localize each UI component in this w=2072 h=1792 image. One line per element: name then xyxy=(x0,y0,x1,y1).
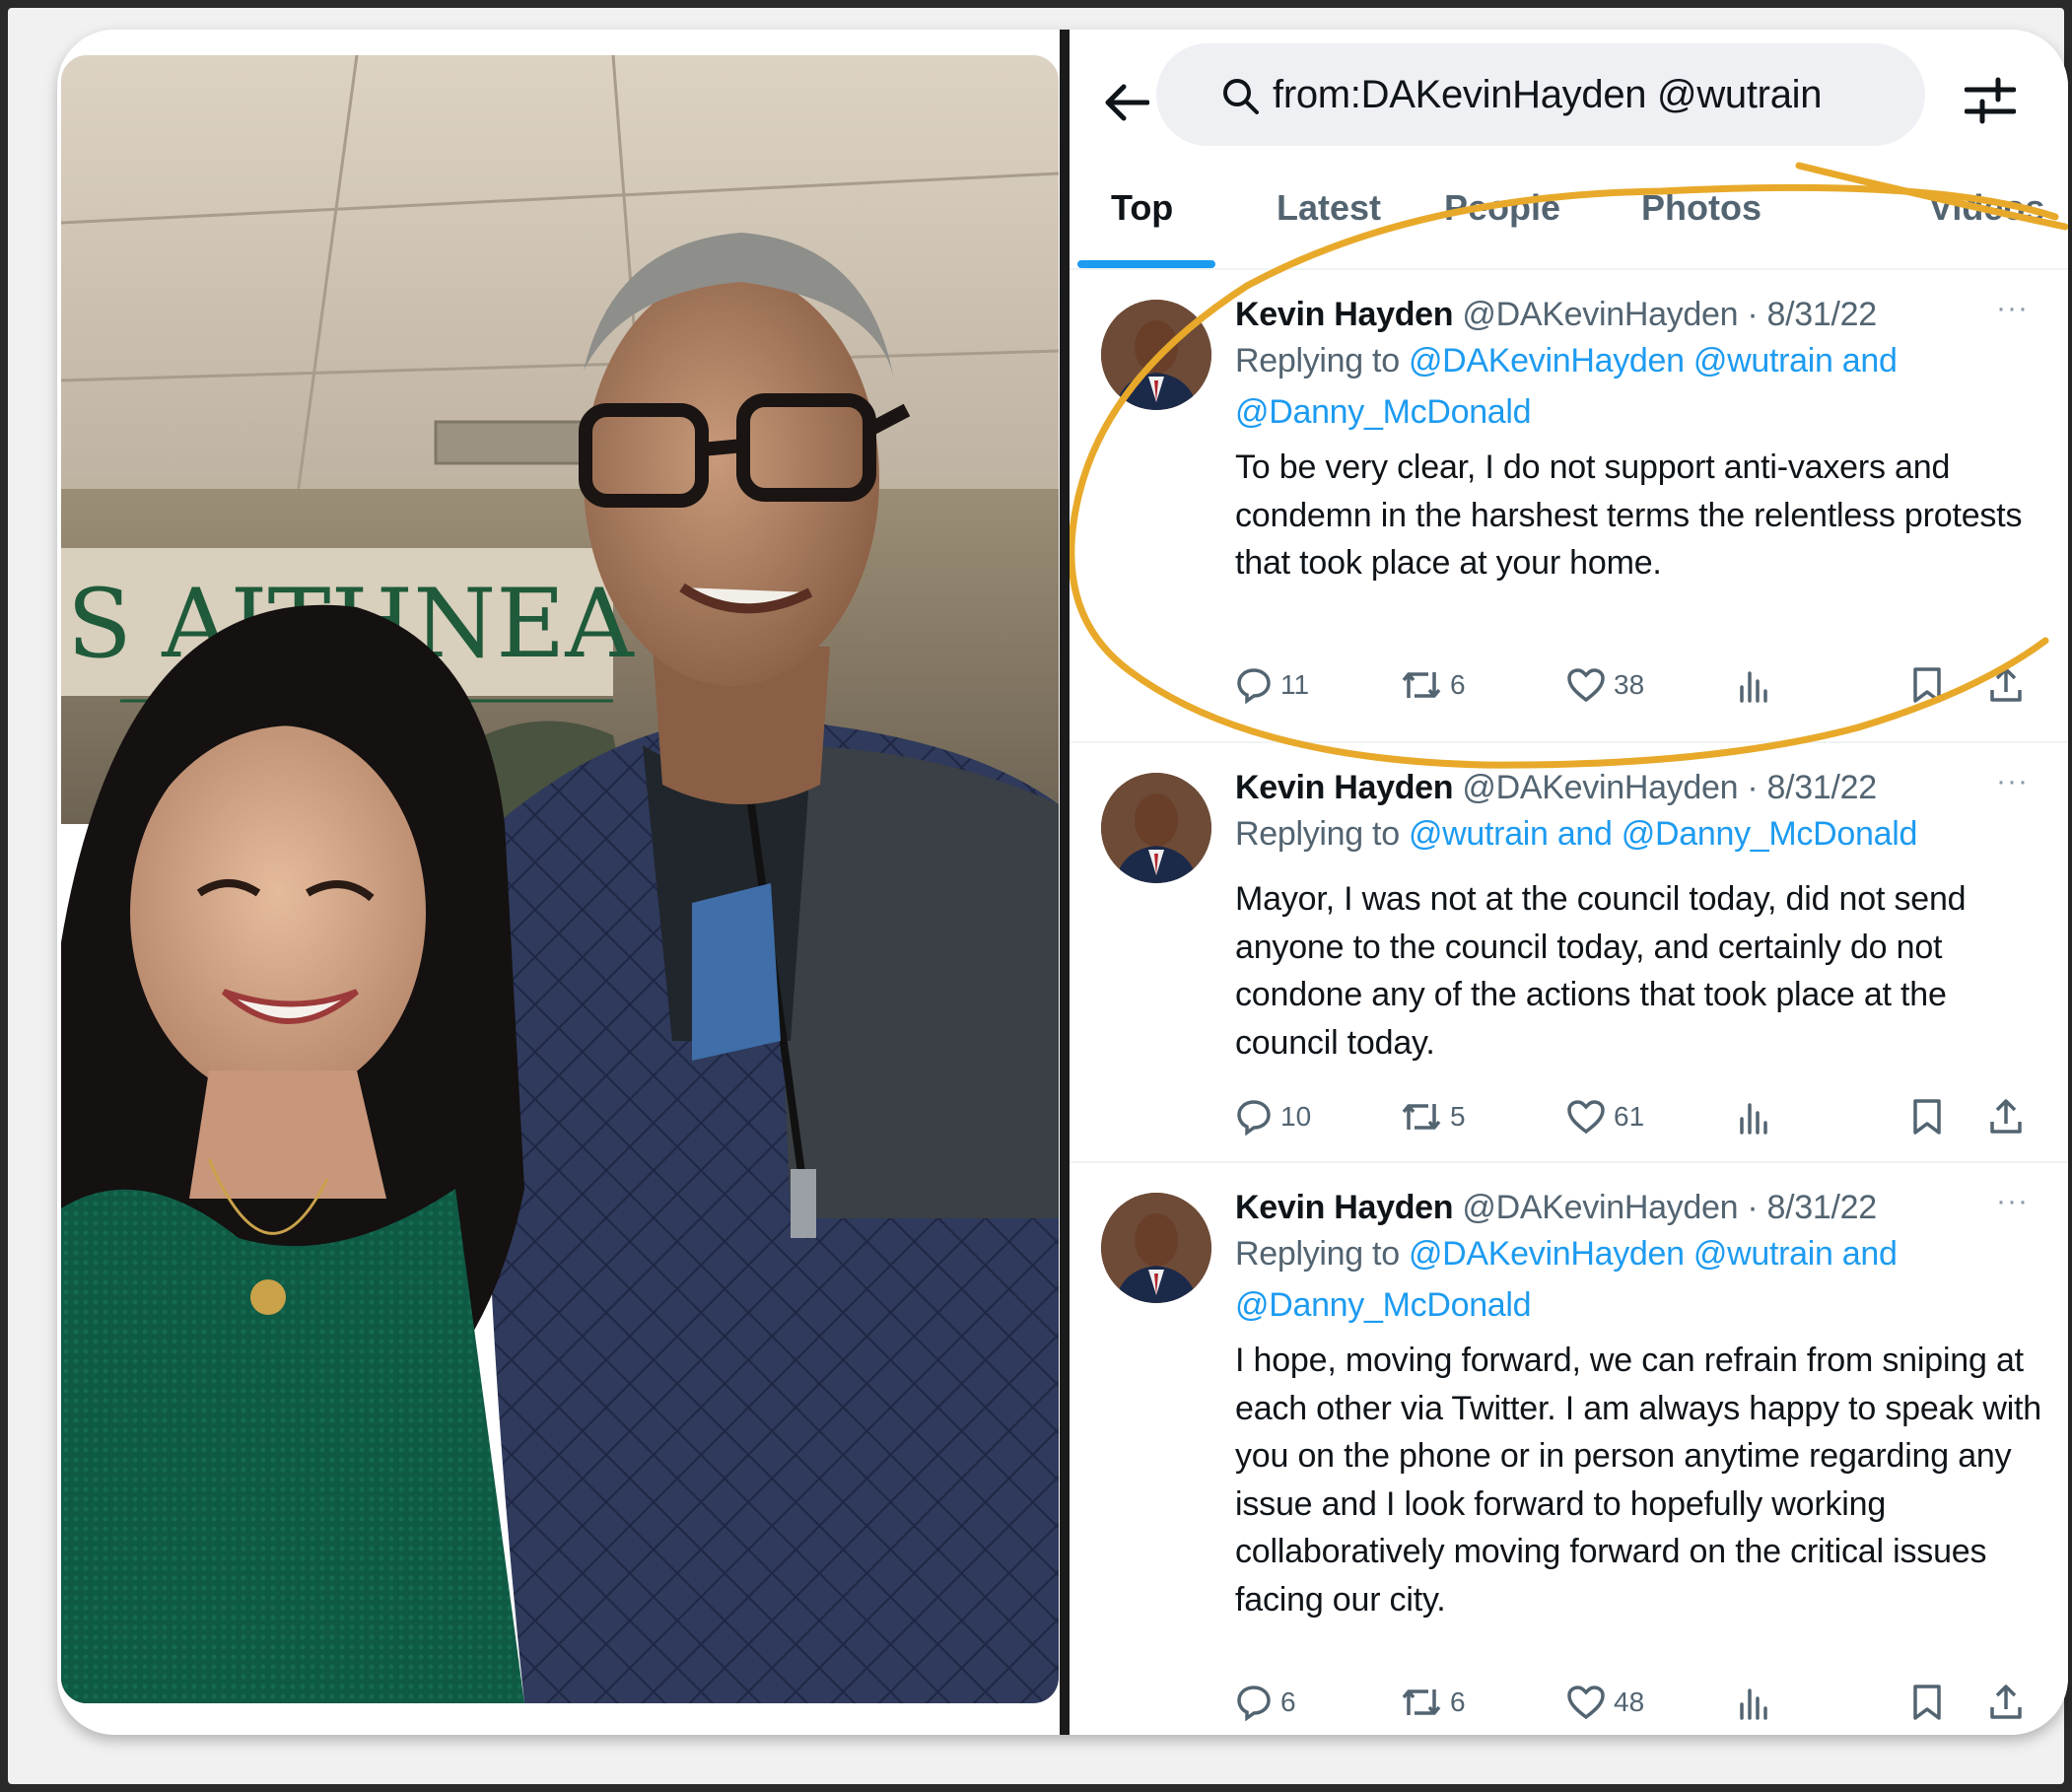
reply-icon xyxy=(1237,668,1271,704)
more-icon[interactable]: ··· xyxy=(1996,1185,2029,1218)
reply-button[interactable]: 6 xyxy=(1235,1678,1296,1727)
tab-people[interactable]: People xyxy=(1444,187,1560,229)
retweet-count: 5 xyxy=(1450,1101,1466,1132)
retweet-count: 6 xyxy=(1450,669,1466,700)
tweet-header: Kevin Hayden @DAKevinHayden · 8/31/22 xyxy=(1235,1189,1877,1227)
replying-to-handles[interactable]: @wutrain and @Danny_McDonald xyxy=(1409,815,1917,853)
views-icon xyxy=(1740,1103,1767,1135)
reply-button[interactable]: 10 xyxy=(1235,1092,1311,1141)
back-button[interactable] xyxy=(1097,73,1156,132)
retweet-button[interactable]: 5 xyxy=(1401,1092,1466,1141)
reply-icon xyxy=(1237,1686,1271,1721)
share-button[interactable] xyxy=(1988,660,2024,710)
tweet-text: To be very clear, I do not support anti-… xyxy=(1235,448,2023,582)
twitter-search-panel: from:DAKevinHayden @wutrain Top Latest P… xyxy=(1070,30,2068,1735)
more-icon[interactable]: ··· xyxy=(1996,292,2029,325)
tab-top[interactable]: Top xyxy=(1111,187,1173,229)
content-card: S AITHNEAC from:DAKevinHayden @wutrain T… xyxy=(57,30,2068,1735)
tabs-divider xyxy=(1070,268,2068,270)
avatar[interactable] xyxy=(1101,1193,1211,1303)
like-button[interactable]: 48 xyxy=(1566,1678,1644,1727)
search-input[interactable]: from:DAKevinHayden @wutrain xyxy=(1156,43,1925,146)
arrow-left-icon xyxy=(1105,84,1149,121)
author-name[interactable]: Kevin Hayden xyxy=(1235,769,1454,806)
photo: S AITHNEAC xyxy=(61,55,1059,1703)
like-button[interactable]: 61 xyxy=(1566,1092,1644,1141)
bookmark-button[interactable] xyxy=(1911,1092,1943,1141)
tweet-header: Kevin Hayden @DAKevinHayden · 8/31/22 xyxy=(1235,769,1877,807)
bookmark-button[interactable] xyxy=(1911,1678,1943,1727)
replying-to: Replying to @DAKevinHayden @wutrain and … xyxy=(1235,335,2024,438)
search-icon xyxy=(1223,79,1259,114)
tweet-text: Mayor, I was not at the council today, d… xyxy=(1235,880,1967,1062)
avatar[interactable] xyxy=(1101,773,1211,883)
bookmark-icon xyxy=(1913,667,1941,703)
retweet-icon xyxy=(1402,1104,1441,1130)
screenshot-frame: S AITHNEAC from:DAKevinHayden @wutrain T… xyxy=(8,8,2068,1784)
tab-photos[interactable]: Photos xyxy=(1641,187,1761,229)
like-count: 38 xyxy=(1614,669,1645,700)
heart-icon xyxy=(1567,1686,1605,1720)
heart-icon xyxy=(1567,1100,1605,1135)
handle-date: @DAKevinHayden · 8/31/22 xyxy=(1462,296,1877,333)
reply-count: 6 xyxy=(1280,1687,1296,1717)
share-icon xyxy=(1990,1099,2022,1134)
replying-prefix: Replying to xyxy=(1235,1235,1409,1273)
active-tab-indicator xyxy=(1077,260,1215,268)
search-tabs: Top Latest People Photos Videos xyxy=(1070,168,2068,270)
tweet-actions: 10 5 61 xyxy=(1235,1092,2043,1141)
like-button[interactable]: 38 xyxy=(1566,660,1644,710)
photo-image: S AITHNEAC xyxy=(61,55,1059,1703)
share-icon xyxy=(1990,1685,2022,1719)
replying-to: Replying to @wutrain and @Danny_McDonald xyxy=(1235,808,2024,860)
replying-to: Replying to @DAKevinHayden @wutrain and … xyxy=(1235,1228,2024,1331)
share-button[interactable] xyxy=(1988,1678,2024,1727)
tab-videos[interactable]: Videos xyxy=(1929,187,2044,229)
like-count: 48 xyxy=(1614,1687,1645,1717)
tweet-divider xyxy=(1070,1161,2068,1163)
author-name[interactable]: Kevin Hayden xyxy=(1235,296,1454,333)
like-count: 61 xyxy=(1614,1101,1645,1132)
reply-icon xyxy=(1237,1100,1271,1136)
tweet-header: Kevin Hayden @DAKevinHayden · 8/31/22 xyxy=(1235,296,1877,334)
views-button[interactable] xyxy=(1736,1092,1771,1141)
retweet-count: 6 xyxy=(1450,1687,1466,1717)
tweet-text: I hope, moving forward, we can refrain f… xyxy=(1235,1342,2042,1619)
handle-date: @DAKevinHayden · 8/31/22 xyxy=(1462,1189,1877,1226)
bookmark-icon xyxy=(1913,1685,1941,1720)
bookmark-button[interactable] xyxy=(1911,660,1943,710)
retweet-icon xyxy=(1402,672,1441,698)
views-icon xyxy=(1740,1689,1767,1720)
tweet-actions: 6 6 48 xyxy=(1235,1678,2043,1727)
reply-count: 10 xyxy=(1280,1101,1312,1132)
panel-divider xyxy=(1060,30,1070,1735)
search-filter-button[interactable] xyxy=(1959,69,2022,132)
author-name[interactable]: Kevin Hayden xyxy=(1235,1189,1454,1226)
sliders-icon xyxy=(1965,77,2016,124)
share-button[interactable] xyxy=(1988,1092,2024,1141)
more-icon[interactable]: ··· xyxy=(1996,765,2029,798)
search-query: from:DAKevinHayden @wutrain xyxy=(1273,72,1823,116)
heart-icon xyxy=(1567,668,1605,703)
bookmark-icon xyxy=(1913,1099,1941,1135)
replying-prefix: Replying to xyxy=(1235,342,1409,379)
share-icon xyxy=(1990,667,2022,702)
tweet-actions: 11 6 38 xyxy=(1235,660,2043,710)
retweet-icon xyxy=(1402,1689,1441,1715)
reply-button[interactable]: 11 xyxy=(1235,660,1309,710)
handle-date: @DAKevinHayden · 8/31/22 xyxy=(1462,769,1877,806)
views-button[interactable] xyxy=(1736,1678,1771,1727)
reply-count: 11 xyxy=(1280,669,1310,700)
avatar[interactable] xyxy=(1101,300,1211,410)
retweet-button[interactable]: 6 xyxy=(1401,660,1466,710)
views-icon xyxy=(1740,671,1767,703)
tab-latest[interactable]: Latest xyxy=(1277,187,1381,229)
views-button[interactable] xyxy=(1736,660,1771,710)
replying-prefix: Replying to xyxy=(1235,815,1409,853)
tweet-divider xyxy=(1070,741,2068,743)
retweet-button[interactable]: 6 xyxy=(1401,1678,1466,1727)
